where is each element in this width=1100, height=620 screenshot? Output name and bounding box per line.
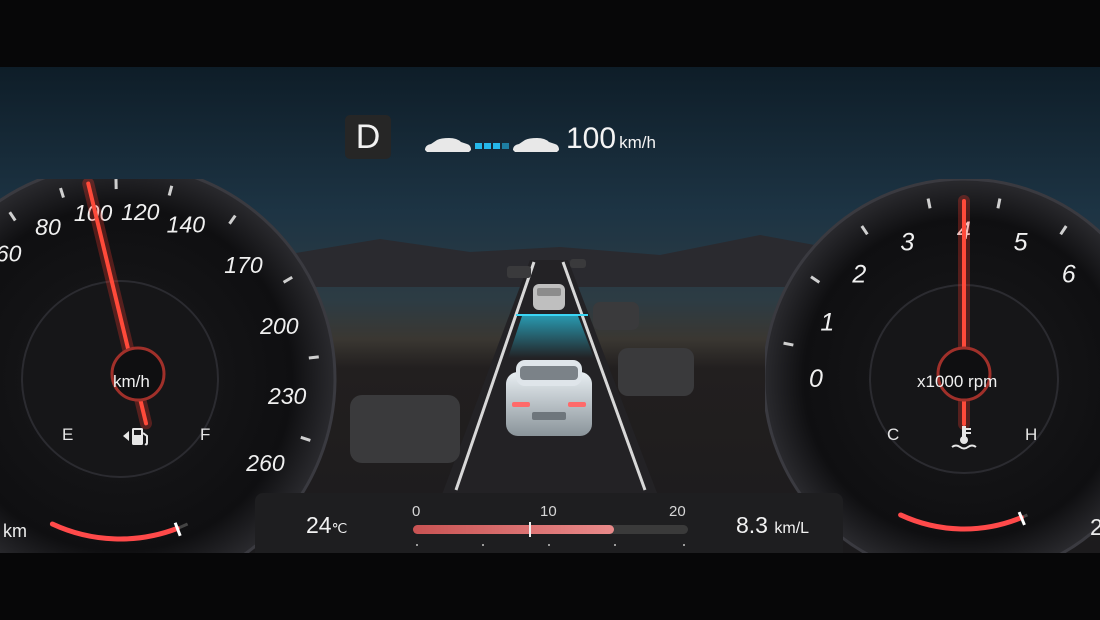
fuel-economy: 8.3 km/L [736,512,809,539]
gauge-tick [783,341,794,347]
fuel-pump-icon [123,428,148,446]
gauge-tick-label: 3 [900,228,914,256]
own-vehicle [506,360,592,436]
lead-vehicle-icon [513,138,559,152]
adaptive-cruise-indicator [425,138,559,152]
gauge-tick-label: 80 [35,214,61,240]
gauge-tick-label: 260 [245,450,285,476]
bar-dot [548,544,550,546]
own-vehicle-icon [425,138,471,152]
lead-vehicle [533,284,565,310]
gauge-tick-label: 60 [0,240,22,266]
gauge-tick-label: 140 [167,211,206,237]
tachometer-edge-value: 2 [1090,514,1100,540]
coolant-temperature-icon [951,426,977,450]
gauge-tick-label: 0 [809,365,823,393]
bar-max-label: 20 [669,503,686,520]
fuel-economy-unit: km/L [774,520,810,537]
gauge-tick [926,198,932,209]
gear-indicator: D [345,115,391,159]
fuel-empty-label: E [62,425,74,444]
bar-mid-label: 10 [540,503,557,520]
speed-unit-label: km/h [113,372,150,391]
fuel-full-label: F [200,425,211,444]
consumption-bar [413,525,688,534]
gauge-tick-label: 230 [267,383,307,409]
cruise-set-speed: 100 km/h [566,122,656,156]
odometer-unit: km [3,521,27,541]
cruise-speed-unit: km/h [619,133,656,152]
fuel-economy-value: 8.3 [736,512,768,538]
rpm-unit-label: x1000 rpm [917,372,998,391]
bar-dot [683,544,685,546]
temp-hot-label: H [1025,425,1038,444]
gauge-tick-label: 1 [820,308,834,336]
cruise-speed-value: 100 [566,122,617,155]
bar-dot [482,544,484,546]
consumption-bar-marker [528,522,531,537]
consumption-bar-fill [413,525,614,534]
gauge-tick-label: 200 [259,313,299,339]
temp-cold-label: C [887,425,900,444]
gauge-tick [308,355,319,360]
outside-temp-unit: ℃ [331,520,348,536]
bar-min-label: 0 [412,503,421,520]
distance-bars [475,143,509,149]
gauge-tick-label: 5 [1014,228,1028,256]
gauge-tick [996,198,1002,209]
outside-temp-value: 24 [306,512,332,538]
gauge-tick-label: 120 [121,199,160,225]
bar-dot [614,544,616,546]
bar-dot [416,544,418,546]
outside-temperature: 24℃ [306,512,347,539]
gauge-tick-label: 2 [851,260,866,288]
gauge-tick-label: 6 [1062,260,1076,288]
gauge-tick-label: 170 [224,252,263,278]
